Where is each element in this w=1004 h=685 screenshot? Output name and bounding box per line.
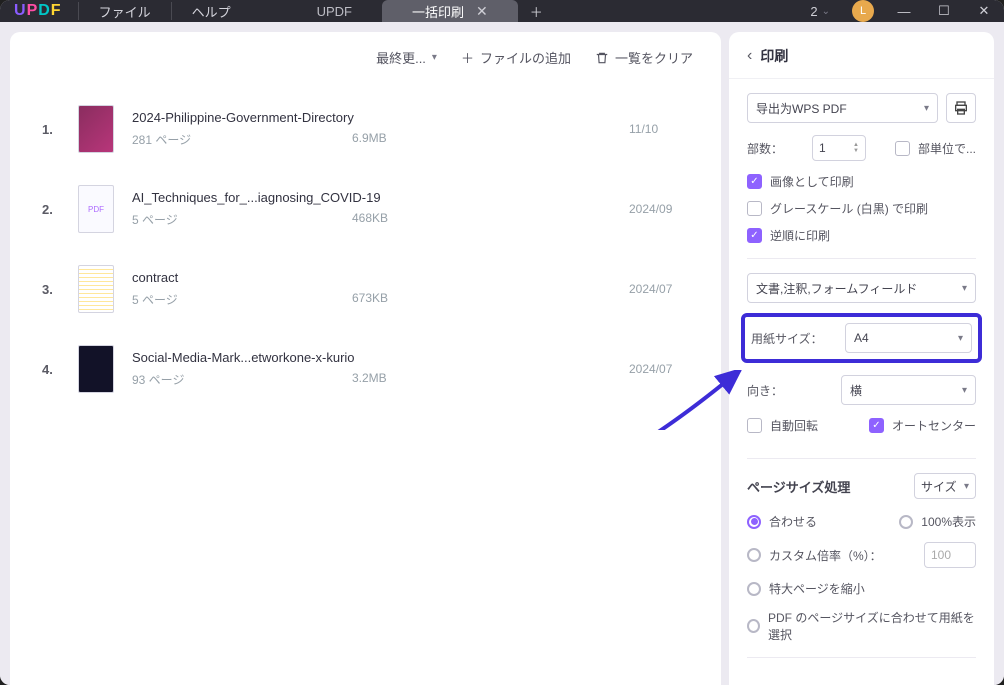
file-name: Social-Media-Mark...etworkone-x-kurio — [132, 350, 611, 365]
file-size: 468KB — [352, 211, 412, 228]
paper-size-label: 用紙サイズ： — [751, 330, 835, 347]
list-item[interactable]: 2. PDF AI_Techniques_for_...iagnosing_CO… — [42, 169, 689, 249]
file-size: 673KB — [352, 291, 412, 308]
paper-size-highlight: 用紙サイズ： A4▾ — [741, 313, 982, 363]
list-item[interactable]: 3. contract 5 ページ 673KB 2024/07 — [42, 249, 689, 329]
file-index: 1. — [42, 122, 60, 137]
app-logo: UPDF — [14, 2, 62, 20]
shrink-radio[interactable] — [747, 582, 761, 596]
list-item[interactable]: 4. Social-Media-Mark...etworkone-x-kurio… — [42, 329, 689, 409]
copies-input[interactable]: 1▲▼ — [812, 135, 866, 161]
reverse-label: 逆順に印刷 — [770, 227, 830, 244]
file-index: 2. — [42, 202, 60, 217]
chevron-down-icon: ▾ — [962, 385, 967, 396]
titlebar: UPDF ファイル ヘルプ UPDF 一括印刷 ✕ ＋ 2⌄ L — ☐ ✕ — [0, 0, 1004, 22]
file-pages: 5 ページ — [132, 211, 212, 228]
auto-rotate-label: 自動回転 — [770, 417, 818, 434]
actual-size-radio[interactable] — [899, 515, 913, 529]
annotations-select[interactable]: 文書,注釈,フォームフィールド▾ — [747, 273, 976, 303]
chevron-down-icon: ▾ — [962, 283, 967, 294]
file-name: 2024-Philippine-Government-Directory — [132, 110, 611, 125]
tab-label: UPDF — [317, 4, 352, 19]
paper-size-select[interactable]: A4▾ — [845, 323, 972, 353]
sort-dropdown[interactable]: 最終更...▾ — [376, 48, 437, 67]
tab-batch-print[interactable]: 一括印刷 ✕ — [382, 0, 518, 22]
grayscale-checkbox[interactable] — [747, 201, 762, 216]
file-index: 4. — [42, 362, 60, 377]
file-list: 1. 2024-Philippine-Government-Directory … — [10, 77, 721, 685]
auto-center-label: オートセンター — [892, 417, 976, 434]
choose-paper-radio[interactable] — [747, 619, 760, 633]
back-button[interactable]: ‹ — [747, 47, 752, 65]
add-file-button[interactable]: ＋ファイルの追加 — [461, 48, 571, 67]
main-panel: 最終更...▾ ＋ファイルの追加 一覧をクリア 1. 2024-Philippi… — [10, 32, 721, 685]
file-pages: 93 ページ — [132, 371, 212, 388]
file-name: contract — [132, 270, 611, 285]
menu-file[interactable]: ファイル — [83, 2, 167, 21]
file-date: 2024/07 — [629, 282, 689, 296]
avatar[interactable]: L — [852, 0, 874, 22]
list-item[interactable]: 1. 2024-Philippine-Government-Directory … — [42, 89, 689, 169]
grayscale-label: グレースケール (白黒) で印刷 — [770, 200, 928, 217]
print-settings-panel: ‹ 印刷 导出为WPS PDF▾ 部数： 1▲▼ 部単位で... ✓ 画像として印… — [729, 32, 994, 685]
shrink-label: 特大ページを縮小 — [769, 580, 865, 597]
print-as-image-checkbox[interactable]: ✓ — [747, 174, 762, 189]
file-size: 6.9MB — [352, 131, 412, 148]
maximize-button[interactable]: ☐ — [924, 0, 964, 22]
file-date: 11/10 — [629, 122, 689, 136]
tab-label: 一括印刷 — [412, 2, 464, 21]
close-window-button[interactable]: ✕ — [964, 0, 1004, 22]
fit-label: 合わせる — [769, 513, 817, 530]
chevron-down-icon: ▾ — [964, 481, 969, 492]
file-name: AI_Techniques_for_...iagnosing_COVID-19 — [132, 190, 611, 205]
custom-scale-radio[interactable] — [747, 548, 761, 562]
collate-checkbox[interactable] — [895, 141, 910, 156]
reverse-order-checkbox[interactable]: ✓ — [747, 228, 762, 243]
file-pages: 281 ページ — [132, 131, 212, 148]
print-as-image-label: 画像として印刷 — [770, 173, 854, 190]
choose-paper-label: PDF のページサイズに合わせて用紙を選択 — [768, 609, 976, 643]
file-thumbnail — [78, 345, 114, 393]
panel-title: 印刷 — [760, 46, 788, 66]
add-tab-button[interactable]: ＋ — [518, 0, 555, 22]
file-thumbnail: PDF — [78, 185, 114, 233]
menu-help[interactable]: ヘルプ — [176, 2, 247, 21]
tab-updf[interactable]: UPDF — [287, 0, 382, 22]
close-icon[interactable]: ✕ — [476, 3, 488, 20]
clear-all-button[interactable]: 一覧をクリア — [595, 48, 693, 67]
page-handling-label: ページサイズ処理 — [747, 477, 850, 496]
file-date: 2024/07 — [629, 362, 689, 376]
custom-scale-label: カスタム倍率（%）： — [769, 547, 882, 564]
plus-icon: ＋ — [461, 48, 474, 67]
auto-rotate-checkbox[interactable] — [747, 418, 762, 433]
file-index: 3. — [42, 282, 60, 297]
fit-radio[interactable] — [747, 515, 761, 529]
actual-label: 100%表示 — [921, 513, 976, 530]
print-button[interactable] — [946, 93, 976, 123]
open-windows-count[interactable]: 2⌄ — [798, 4, 842, 19]
page-handling-select[interactable]: サイズ▾ — [914, 473, 976, 499]
collate-label: 部単位で... — [918, 140, 976, 157]
orientation-select[interactable]: 横▾ — [841, 375, 976, 405]
chevron-down-icon: ▾ — [958, 333, 963, 344]
file-pages: 5 ページ — [132, 291, 212, 308]
copies-label: 部数： — [747, 140, 783, 157]
orientation-label: 向き： — [747, 382, 831, 399]
file-thumbnail — [78, 105, 114, 153]
minimize-button[interactable]: — — [884, 0, 924, 22]
file-size: 3.2MB — [352, 371, 412, 388]
file-date: 2024/09 — [629, 202, 689, 216]
trash-icon — [595, 51, 609, 65]
auto-center-checkbox[interactable]: ✓ — [869, 418, 884, 433]
printer-select[interactable]: 导出为WPS PDF▾ — [747, 93, 938, 123]
chevron-down-icon: ▾ — [924, 103, 929, 114]
file-thumbnail — [78, 265, 114, 313]
custom-scale-input[interactable]: 100 — [924, 542, 976, 568]
